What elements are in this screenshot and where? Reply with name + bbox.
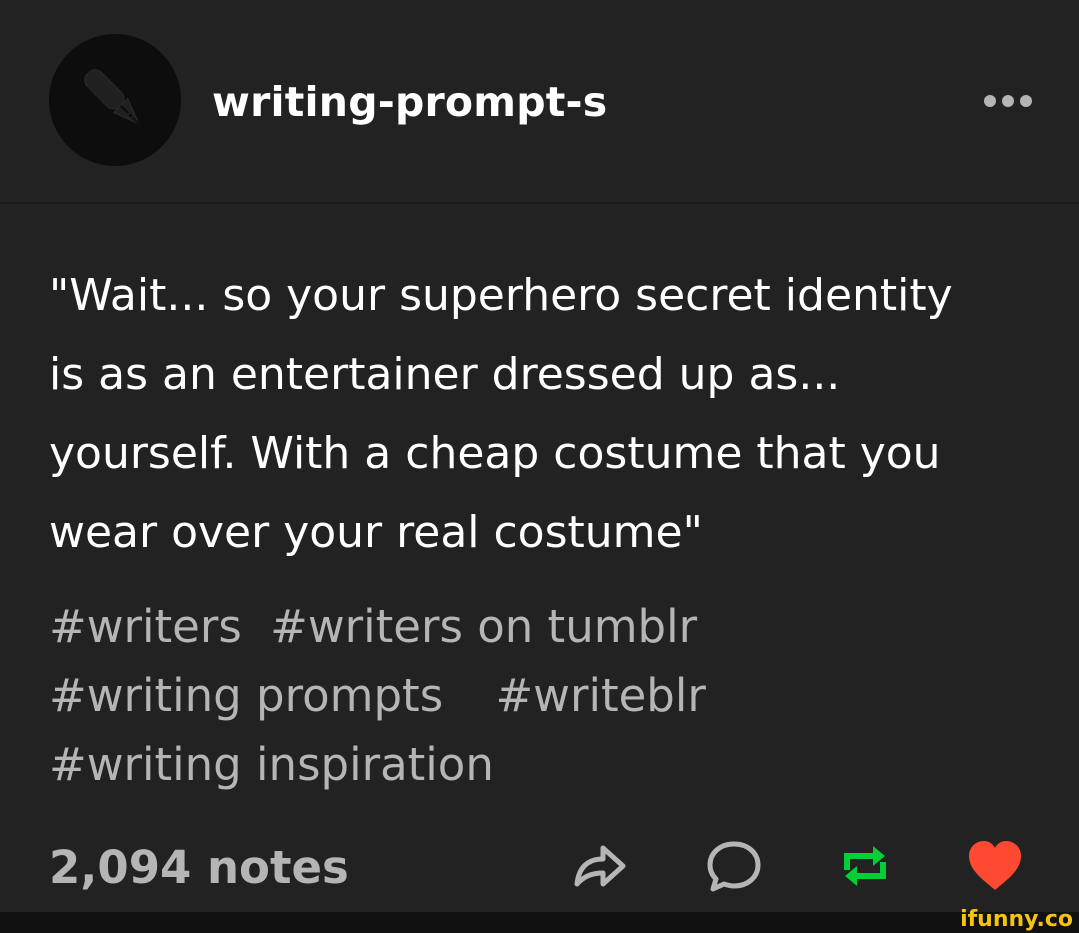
tag-writing-prompts[interactable]: #writing prompts bbox=[49, 669, 443, 722]
like-button[interactable] bbox=[960, 834, 1030, 898]
share-button[interactable] bbox=[564, 834, 634, 898]
watermark-strip bbox=[0, 912, 1079, 933]
pen-icon bbox=[84, 69, 141, 126]
reblog-button[interactable] bbox=[830, 834, 900, 898]
blog-avatar[interactable] bbox=[49, 34, 181, 166]
reblog-icon bbox=[844, 846, 886, 886]
post-body: "Wait... so your superhero secret identi… bbox=[49, 256, 1039, 572]
body-line: is as an entertainer dressed up as... bbox=[49, 349, 841, 400]
body-line: "Wait... so your superhero secret identi… bbox=[49, 270, 953, 321]
tag-line: #writing inspiration bbox=[49, 730, 1039, 799]
tag-line: #writing prompts #writeblr bbox=[49, 661, 1039, 730]
notes-count[interactable]: 2,094 notes bbox=[49, 840, 349, 896]
tag-line: #writers #writers on tumblr bbox=[49, 592, 1039, 661]
heart-icon bbox=[969, 841, 1021, 890]
tag-writers[interactable]: #writers bbox=[49, 600, 242, 653]
post-tags: #writers #writers on tumblr #writing pro… bbox=[49, 592, 1039, 799]
post-header: writing-prompt-s bbox=[0, 0, 1079, 204]
tag-writing-inspiration[interactable]: #writing inspiration bbox=[49, 738, 494, 791]
reply-button[interactable] bbox=[699, 834, 769, 898]
post-footer: 2,094 notes bbox=[0, 820, 1079, 912]
reply-icon bbox=[707, 841, 761, 892]
blog-name[interactable]: writing-prompt-s bbox=[212, 76, 607, 128]
more-dots-icon bbox=[984, 95, 1032, 107]
tag-writers-on-tumblr[interactable]: #writers on tumblr bbox=[270, 600, 697, 653]
body-line: yourself. With a cheap costume that you bbox=[49, 428, 941, 479]
share-icon bbox=[574, 845, 626, 887]
post-card: writing-prompt-s "Wait... so your superh… bbox=[0, 0, 1079, 912]
ifunny-watermark: ifunny.co bbox=[960, 907, 1073, 932]
more-options-button[interactable] bbox=[978, 86, 1038, 116]
body-line: wear over your real costume" bbox=[49, 507, 703, 558]
tag-writeblr[interactable]: #writeblr bbox=[495, 669, 705, 722]
